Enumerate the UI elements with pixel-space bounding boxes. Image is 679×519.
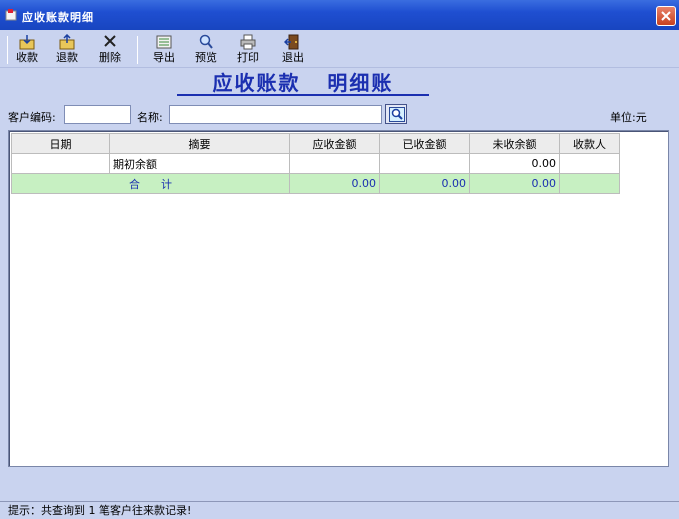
unit-label: 单位:元 [610,111,647,124]
status-message: 提示：共查询到 1 笔客户往来款记录! [8,504,192,517]
cell-received[interactable] [379,153,470,174]
cell-payee[interactable] [559,153,620,174]
total-label: 合 计 [11,173,290,194]
total-receivable: 0.00 [289,173,380,194]
column-header-payee[interactable]: 收款人 [559,133,620,154]
total-payee [559,173,620,194]
print-label: 打印 [237,51,259,64]
customer-name-input[interactable] [169,105,382,124]
page-title: 应收账款 明细账 [177,70,429,96]
delete-label: 删除 [99,51,121,64]
receive-icon [19,35,35,50]
search-icon [389,107,405,122]
refund-button[interactable]: 退款 [52,31,82,67]
column-header-summary[interactable]: 摘要 [109,133,290,154]
cell-balance[interactable]: 0.00 [469,153,560,174]
total-received: 0.00 [379,173,470,194]
exit-door-icon [284,34,299,50]
total-row: 合 计 0.00 0.00 0.00 [11,173,620,194]
name-label: 名称: [137,111,163,124]
receive-button[interactable]: 收款 [12,31,42,67]
title-bar: 应收账款明细 [0,0,679,30]
export-label: 导出 [153,51,175,64]
total-balance: 0.00 [469,173,560,194]
toolbar: 收款 退款 删除 导出 预览 打印 退出 [0,30,679,68]
search-button[interactable] [385,104,407,124]
export-icon [156,35,172,49]
exit-label: 退出 [282,51,304,64]
preview-label: 预览 [195,51,217,64]
column-header-receivable[interactable]: 应收金额 [289,133,380,154]
cell-date[interactable] [11,153,110,174]
refund-icon [59,34,75,50]
close-button[interactable] [656,6,676,26]
table-row[interactable]: 期初余额 0.00 [11,153,620,174]
export-button[interactable]: 导出 [149,31,179,67]
print-button[interactable]: 打印 [233,31,263,67]
ledger-grid: 日期 摘要 应收金额 已收金额 未收余额 收款人 期初余额 0.00 合 计 0… [8,130,669,467]
printer-icon [240,34,256,50]
column-header-balance[interactable]: 未收余额 [469,133,560,154]
customer-code-label: 客户编码: [8,111,56,124]
table-header-row: 日期 摘要 应收金额 已收金额 未收余额 收款人 [11,133,620,154]
cell-summary[interactable]: 期初余额 [109,153,290,174]
ledger-table: 日期 摘要 应收金额 已收金额 未收余额 收款人 期初余额 0.00 合 计 0… [11,133,620,194]
app-icon [5,9,17,21]
window-title: 应收账款明细 [22,11,94,24]
refund-label: 退款 [56,51,78,64]
magnifier-icon [199,34,213,49]
delete-button[interactable]: 删除 [95,31,125,67]
close-icon [661,11,671,21]
toolbar-separator [137,36,138,64]
customer-code-input[interactable] [64,105,131,124]
column-header-date[interactable]: 日期 [11,133,110,154]
delete-icon [104,35,116,47]
preview-button[interactable]: 预览 [191,31,221,67]
exit-button[interactable]: 退出 [278,31,308,67]
toolbar-separator [7,36,8,64]
receive-label: 收款 [16,51,38,64]
cell-receivable[interactable] [289,153,380,174]
status-bar: 提示：共查询到 1 笔客户往来款记录! [0,501,679,519]
column-header-received[interactable]: 已收金额 [379,133,470,154]
